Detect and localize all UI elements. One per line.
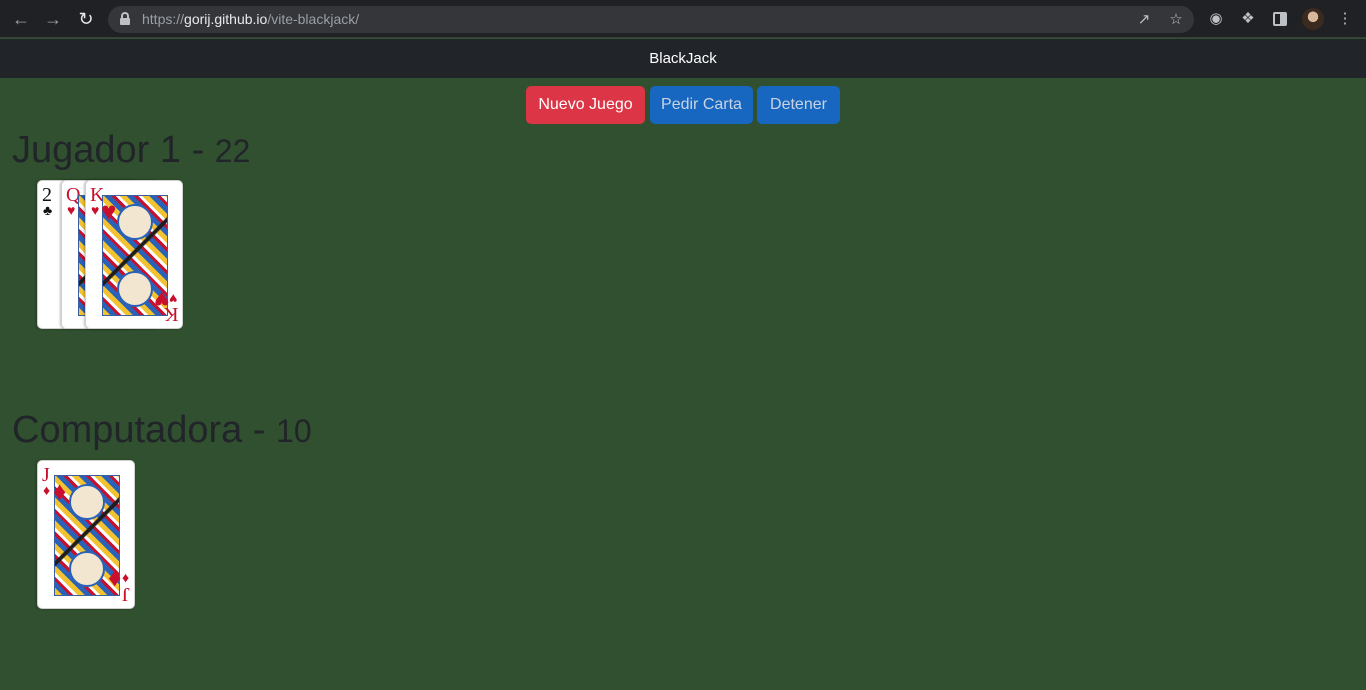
app-title: BlackJack [649,50,717,67]
king-face-art: ♥ ♥ [101,195,169,316]
forward-arrow-icon[interactable]: → [41,7,65,31]
stand-button[interactable]: Detener [757,86,840,124]
jack-head-icon [69,484,105,520]
card-rank-bottom: K [163,303,178,325]
club-icon: ♣ [43,202,53,218]
url-path: /vite-blackjack/ [267,11,360,27]
more-menu-icon[interactable]: ⋮ [1334,8,1356,30]
heart-icon: ♥ [91,202,100,218]
diamond-icon: ♦ [107,565,121,595]
diamond-icon: ♦ [53,476,67,506]
game-controls: Nuevo Juego Pedir Carta Detener [0,86,1366,124]
card-rank-bottom: J [122,583,130,605]
jack-face-art: ♦ ♦ [53,475,121,596]
hit-button[interactable]: Pedir Carta [650,86,753,124]
player-card-3: K ♥ ♥ ♥ K ♥ [85,180,183,329]
share-icon[interactable]: ↗ [1133,9,1155,31]
king-head-icon [117,204,153,240]
url-text[interactable]: https://gorij.github.io/vite-blackjack/ [142,11,359,27]
computer-heading: Computadora - 10 [12,409,312,452]
computer-score: 10 [276,413,312,449]
player-score: 22 [214,133,251,169]
extension-cat-icon[interactable]: ◉ [1205,8,1227,30]
side-panel-icon[interactable] [1273,12,1287,26]
app-navbar: BlackJack [0,39,1366,78]
back-arrow-icon[interactable]: ← [9,7,33,31]
heart-icon: ♥ [101,196,117,226]
profile-avatar[interactable] [1302,8,1324,30]
computer-name: Computadora - [12,409,277,451]
url-host: gorij.github.io [184,11,268,27]
url-scheme: https:// [142,11,185,27]
computer-card-1: J ♦ ♦ ♦ J ♦ [37,460,135,609]
browser-toolbar: ← → ↻ https://gorij.github.io/vite-black… [0,0,1366,38]
bookmark-star-icon[interactable]: ☆ [1165,9,1187,31]
reload-icon[interactable]: ↻ [74,7,98,31]
heart-icon: ♥ [168,291,177,307]
extensions-puzzle-icon[interactable]: ❖ [1237,8,1259,30]
heart-icon: ♥ [67,202,76,218]
diamond-icon: ♦ [43,482,51,498]
diamond-icon: ♦ [121,571,129,587]
king-head-icon [117,271,153,307]
lock-icon[interactable] [120,12,130,25]
jack-head-icon [69,551,105,587]
new-game-button[interactable]: Nuevo Juego [526,86,645,124]
player-heading: Jugador 1 - 22 [12,129,250,172]
address-bar[interactable]: https://gorij.github.io/vite-blackjack/ … [108,6,1194,33]
player-name: Jugador 1 - [12,129,215,171]
